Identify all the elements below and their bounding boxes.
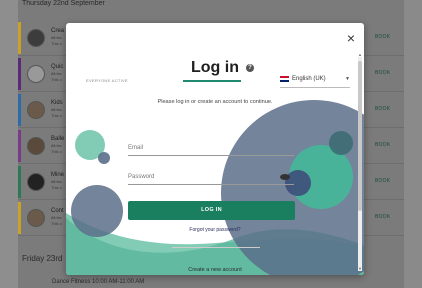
help-icon[interactable]: ? (246, 64, 254, 72)
brand-logo: EVERYONE ACTIVE (86, 78, 128, 83)
class-description: This c (51, 113, 62, 118)
class-description: This c (51, 221, 62, 226)
class-level: All lev (51, 179, 62, 184)
book-button[interactable]: BOOK (375, 70, 390, 76)
class-description: This c (51, 185, 62, 190)
friday-class-name: Dance Fitness 10:00 AM-11:00 AM (52, 279, 145, 285)
class-level: All lev (51, 35, 62, 40)
category-stripe (18, 58, 21, 90)
class-description: This c (51, 149, 62, 154)
instructor-avatar (27, 29, 45, 47)
category-stripe (18, 22, 21, 54)
login-intro-text: Please log in or create an account to co… (157, 99, 273, 105)
class-name: Crea (51, 28, 65, 34)
instructor-avatar (27, 101, 45, 119)
password-field[interactable]: Password (128, 174, 154, 180)
class-description: This c (51, 41, 62, 46)
instructor-avatar (27, 209, 45, 227)
email-field[interactable]: Email (128, 145, 143, 151)
email-underline (128, 155, 294, 156)
class-name: Quic (51, 64, 64, 70)
close-icon[interactable]: × (347, 31, 355, 45)
class-name: Mine (51, 172, 65, 178)
password-underline (128, 184, 294, 185)
class-name: Balle (51, 136, 65, 142)
instructor-avatar (27, 65, 45, 83)
class-name: Cont (51, 208, 64, 214)
login-button[interactable]: LOG IN (128, 201, 295, 220)
language-underline (280, 87, 350, 88)
class-level: All lev (51, 107, 62, 112)
instructor-avatar (27, 137, 45, 155)
class-description: This c (51, 77, 62, 82)
category-stripe (18, 130, 21, 162)
language-select[interactable]: English (UK) ▼ (280, 72, 350, 86)
category-stripe (18, 94, 21, 126)
class-name: Kids (51, 100, 63, 106)
caret-down-icon: ▼ (345, 76, 350, 82)
book-button[interactable]: BOOK (375, 214, 390, 220)
class-level: All lev (51, 215, 62, 220)
day-header: Thursday 22nd September (22, 0, 105, 7)
forgot-password-link[interactable]: Forgot your password? (66, 227, 364, 233)
scroll-up-icon[interactable]: ▲ (358, 53, 362, 57)
scrollbar-thumb[interactable] (358, 61, 362, 211)
login-modal: × EVERYONE ACTIVE Log in ? English (UK) … (66, 23, 364, 275)
divider (172, 247, 260, 248)
day-header: Friday 23rd (22, 254, 63, 263)
create-account-link[interactable]: Create a new account (66, 267, 364, 273)
uk-flag-icon (280, 76, 289, 82)
book-button[interactable]: BOOK (375, 34, 390, 40)
class-level: All lev (51, 71, 62, 76)
scroll-down-icon[interactable]: ▼ (358, 267, 362, 271)
category-stripe (18, 166, 21, 198)
book-button[interactable]: BOOK (375, 142, 390, 148)
class-level: All lev (51, 143, 62, 148)
language-label: English (UK) (292, 76, 326, 82)
category-stripe (18, 202, 21, 234)
show-password-icon[interactable] (280, 174, 290, 180)
title-underline (183, 80, 241, 82)
book-button[interactable]: BOOK (375, 106, 390, 112)
instructor-avatar (27, 173, 45, 191)
book-button[interactable]: BOOK (375, 178, 390, 184)
